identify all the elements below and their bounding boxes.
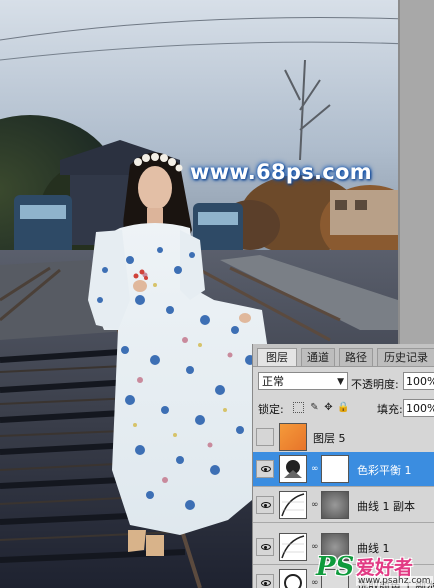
visibility-toggle[interactable] — [256, 460, 274, 478]
chevron-down-icon: ▼ — [337, 377, 344, 387]
curves-icon — [280, 492, 306, 518]
adjustment-thumbnail — [279, 533, 307, 561]
curves-icon — [280, 534, 306, 560]
logo-url: www.psahz.com — [356, 576, 433, 586]
opacity-label: 不透明度: — [351, 378, 399, 391]
layer-name: 图层 5 — [313, 432, 346, 445]
watermark-text: www.68ps.com — [190, 160, 372, 184]
opacity-input[interactable]: 100% — [403, 372, 434, 390]
layer-mask-thumbnail — [321, 491, 349, 519]
tab-channels[interactable]: 通道 — [301, 348, 335, 366]
tab-layers[interactable]: 图层 — [257, 348, 297, 366]
visibility-toggle[interactable] — [256, 428, 274, 446]
visibility-toggle[interactable] — [256, 538, 274, 556]
lock-row: 锁定: ✎ ✥ 🔒 填充: 100% — [253, 396, 434, 421]
blend-mode-select[interactable]: 正常 ▼ — [258, 372, 348, 390]
visibility-toggle[interactable] — [256, 574, 274, 588]
adjustment-thumbnail — [279, 491, 307, 519]
eye-icon — [261, 502, 271, 508]
layer-mask-thumbnail — [321, 455, 349, 483]
lock-transparency-icon[interactable] — [293, 402, 304, 413]
selective-color-icon — [280, 570, 306, 588]
layer-row[interactable]: 图层 5 — [253, 420, 434, 455]
adjustment-thumbnail — [279, 569, 307, 588]
site-logo: PS 爱好者 www.psahz.com — [316, 552, 434, 588]
link-icon: ∞ — [311, 500, 319, 510]
link-icon: ∞ — [311, 542, 319, 552]
layer-name: 曲线 1 副本 — [357, 500, 415, 513]
lock-all-icon[interactable]: 🔒 — [337, 402, 349, 413]
eye-icon — [261, 544, 271, 550]
logo-ps: PS — [316, 552, 355, 582]
layer-row[interactable]: ∞ 色彩平衡 1 — [253, 452, 434, 487]
workspace-divider — [398, 0, 400, 344]
panel-tabs: 图层 通道 路径 历史记录 — [253, 344, 434, 367]
fill-input[interactable]: 100% — [403, 399, 434, 417]
workspace-background — [398, 0, 434, 344]
lock-label: 锁定: — [258, 403, 284, 416]
adjustment-thumbnail — [279, 455, 307, 483]
lock-position-icon[interactable]: ✥ — [323, 402, 334, 413]
blend-options-row: 正常 ▼ 不透明度: 100% — [253, 368, 434, 394]
layer-name: 色彩平衡 1 — [357, 464, 412, 477]
color-balance-icon — [280, 456, 306, 482]
lock-pixels-icon[interactable]: ✎ — [309, 402, 320, 413]
tab-paths[interactable]: 路径 — [339, 348, 373, 366]
visibility-toggle[interactable] — [256, 496, 274, 514]
layer-row[interactable]: ∞ 曲线 1 副本 — [253, 488, 434, 523]
tab-history[interactable]: 历史记录 — [377, 348, 434, 366]
layer-thumbnail — [279, 423, 307, 451]
eye-icon — [261, 580, 271, 586]
blend-mode-value: 正常 — [262, 375, 284, 388]
fill-label: 填充: — [377, 403, 403, 416]
eye-icon — [261, 466, 271, 472]
link-icon: ∞ — [311, 464, 319, 474]
